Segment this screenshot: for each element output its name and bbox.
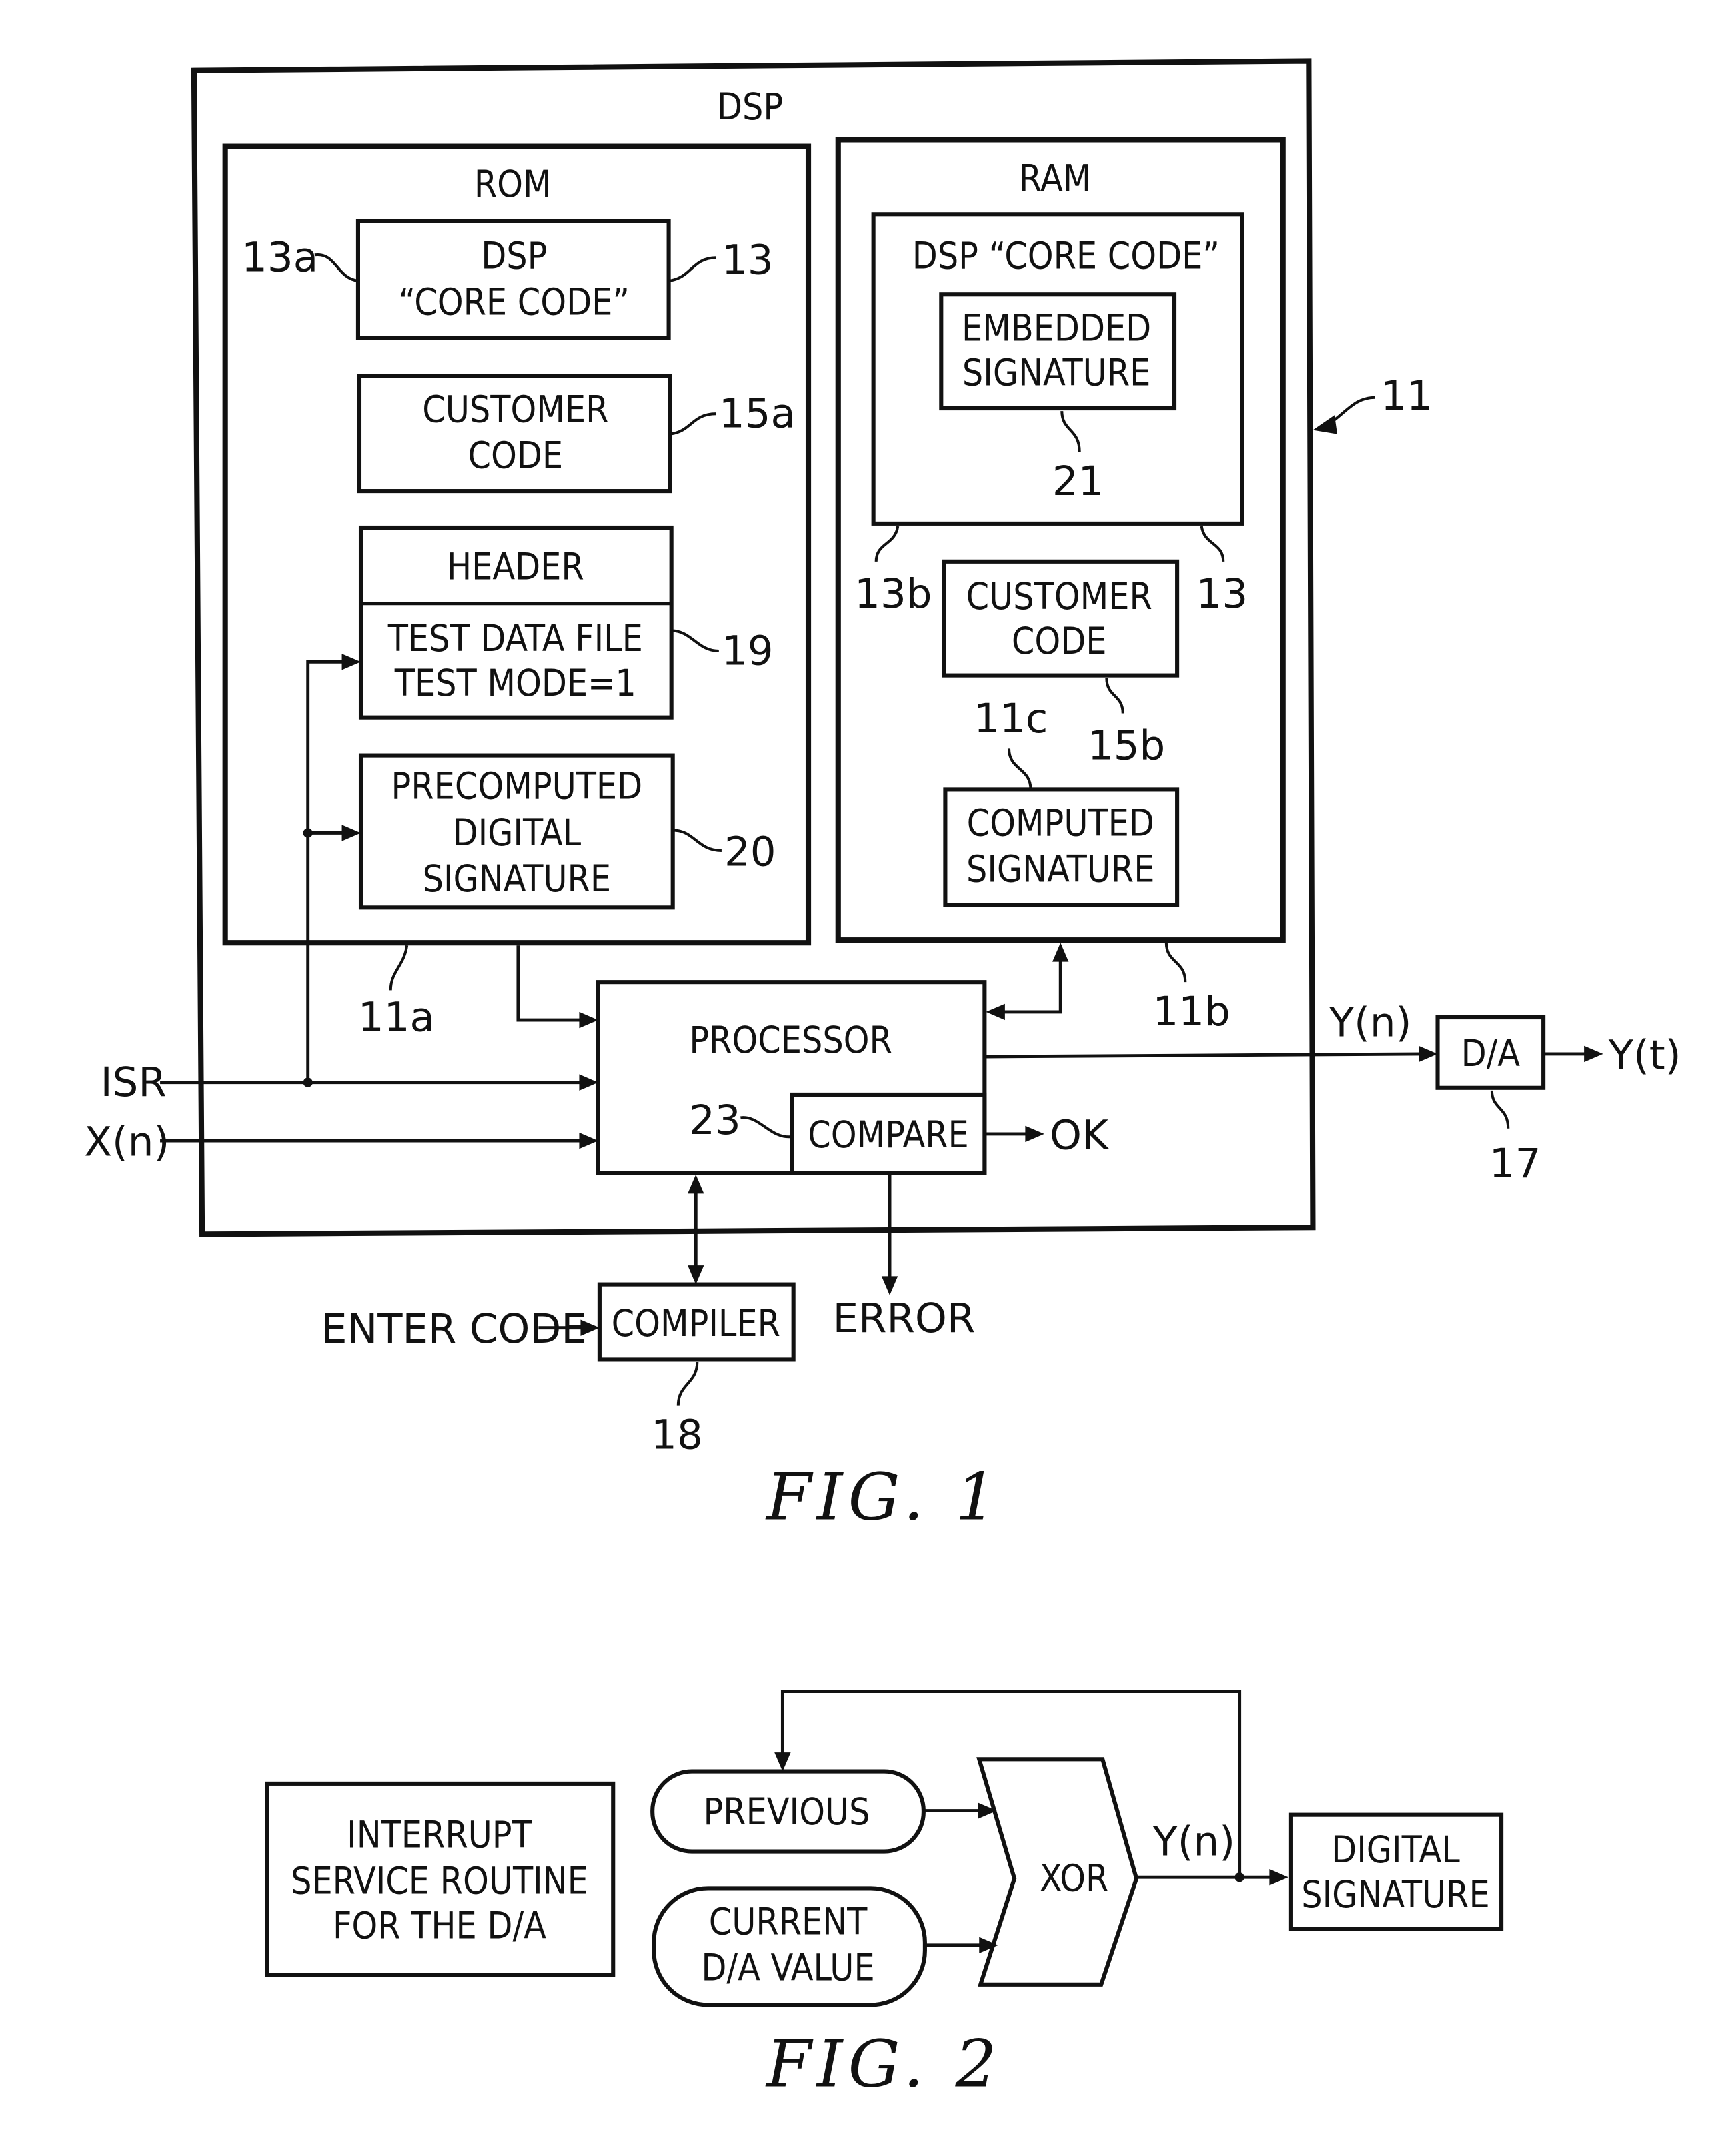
header-label: HEADER xyxy=(447,545,584,588)
ref-13b: 13b xyxy=(854,570,932,618)
computed-line1: COMPUTED xyxy=(967,802,1154,845)
feedback-arrowhead xyxy=(774,1752,791,1772)
xor-label: XOR xyxy=(1040,1857,1108,1900)
previous-label: PREVIOUS xyxy=(704,1790,870,1833)
precomputed-line2: DIGITAL xyxy=(453,811,582,854)
isr-routine-line1: INTERRUPT xyxy=(347,1813,532,1856)
test-data-line1: TEST DATA FILE xyxy=(387,617,643,660)
ram-customer-code-line2: CODE xyxy=(1012,620,1107,662)
patent-figure-sheet: DSP 11 ROM DSP “CORE CODE” 13a 13 CUSTOM… xyxy=(84,58,1681,2102)
ref-20: 20 xyxy=(724,828,776,875)
current-line1: CURRENT xyxy=(709,1901,868,1943)
ref-13a: 13a xyxy=(241,234,318,282)
precomputed-line3: SIGNATURE xyxy=(423,857,611,900)
y-n-arrowhead xyxy=(1419,1045,1438,1063)
ref-17: 17 xyxy=(1489,1140,1541,1187)
embedded-line1: EMBEDDED xyxy=(962,306,1151,349)
embedded-line2: SIGNATURE xyxy=(962,351,1150,394)
fig2-y-n-label: Y(n) xyxy=(1152,1818,1236,1866)
ref-11c: 11c xyxy=(974,695,1048,742)
ref-18-leader xyxy=(676,1362,699,1406)
digital-signature-line1: DIGITAL xyxy=(1331,1828,1460,1871)
isr-routine-line3: FOR THE D/A xyxy=(333,1905,546,1947)
ref-21: 21 xyxy=(1052,458,1104,505)
ref-13-rom: 13 xyxy=(722,237,774,284)
current-line2: D/A VALUE xyxy=(701,1947,874,1989)
rom-core-code-line1: DSP xyxy=(481,235,547,278)
ref-18: 18 xyxy=(651,1412,703,1459)
compiler-arrowhead-down xyxy=(688,1265,704,1285)
da-label: D/A xyxy=(1461,1032,1521,1075)
computed-line2: SIGNATURE xyxy=(966,848,1154,891)
y-n-label: Y(n) xyxy=(1329,999,1412,1046)
y-t-arrowhead xyxy=(1584,1045,1603,1063)
ram-customer-code-line1: CUSTOMER xyxy=(966,575,1152,618)
test-data-line2: TEST MODE=1 xyxy=(394,662,636,704)
error-label: ERROR xyxy=(833,1295,976,1342)
fig1-caption: FIG. 1 xyxy=(765,1459,1002,1535)
ref-23: 23 xyxy=(689,1097,741,1144)
isr-label: ISR xyxy=(101,1059,167,1106)
ok-label: OK xyxy=(1050,1111,1110,1159)
ref-19: 19 xyxy=(722,627,774,674)
fig1: DSP 11 ROM DSP “CORE CODE” 13a 13 CUSTOM… xyxy=(84,58,1681,1535)
error-arrowhead xyxy=(881,1276,898,1295)
ref-13-ram: 13 xyxy=(1196,570,1248,618)
ref-11a: 11a xyxy=(358,993,435,1041)
rom-core-code-line2: “CORE CODE” xyxy=(399,281,630,324)
isr-routine-line2: SERVICE ROUTINE xyxy=(291,1860,588,1903)
ram-title: RAM xyxy=(1019,157,1091,200)
rom-title: ROM xyxy=(474,163,552,205)
compare-label: COMPARE xyxy=(808,1113,969,1156)
fig2-caption: FIG. 2 xyxy=(765,2026,1002,2102)
dsp-title: DSP xyxy=(717,85,783,128)
processor-label: PROCESSOR xyxy=(689,1019,892,1061)
compiler-label: COMPILER xyxy=(612,1302,780,1345)
ref-15b: 15b xyxy=(1088,722,1165,770)
digital-signature-line2: SIGNATURE xyxy=(1301,1873,1489,1916)
ref-11-arrowhead xyxy=(1313,415,1338,434)
y-t-label: Y(t) xyxy=(1608,1031,1681,1079)
enter-code-arrowhead xyxy=(580,1319,600,1336)
ref-17-leader xyxy=(1490,1090,1510,1129)
x-n-label: X(n) xyxy=(84,1118,169,1165)
ram-core-code-label: DSP “CORE CODE” xyxy=(912,235,1220,278)
signature-arrowhead xyxy=(1269,1868,1288,1886)
ref-11: 11 xyxy=(1381,372,1433,420)
precomputed-line1: PRECOMPUTED xyxy=(391,765,643,808)
isr-junction-dot xyxy=(303,1077,313,1087)
ref-15a: 15a xyxy=(719,390,796,438)
ref-11b: 11b xyxy=(1153,988,1230,1035)
junction-dot xyxy=(303,828,313,838)
fig2: INTERRUPT SERVICE ROUTINE FOR THE D/A PR… xyxy=(265,1690,1504,2102)
rom-customer-code-line2: CODE xyxy=(468,434,564,477)
rom-customer-code-line1: CUSTOMER xyxy=(422,388,608,430)
